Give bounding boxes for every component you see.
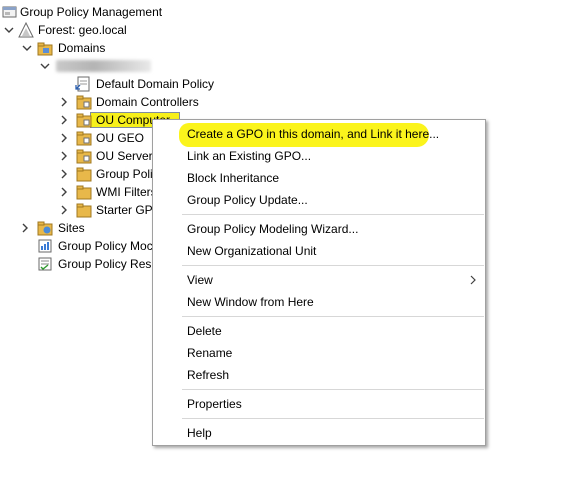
tree-item-starter-gpos[interactable]: Starter GPO xyxy=(0,201,162,219)
ou-folder-icon xyxy=(76,95,92,110)
tree-label: WMI Filters xyxy=(96,185,157,199)
chevron-right-icon[interactable] xyxy=(59,151,69,161)
menu-separator xyxy=(182,214,484,215)
menu-item-view[interactable]: View xyxy=(153,270,485,290)
tree-item-gpm[interactable]: Group Policy Management xyxy=(0,3,200,21)
modeling-icon xyxy=(38,239,52,253)
tree-item-wmi-filters[interactable]: WMI Filters xyxy=(0,183,157,201)
tree-item-forest[interactable]: Forest: geo.local xyxy=(0,21,200,39)
tree-item-gp-results[interactable]: Group Policy Resu xyxy=(0,255,158,273)
gpm-icon xyxy=(2,6,17,18)
folder-icon xyxy=(76,167,92,182)
domains-icon xyxy=(37,42,53,56)
tree-label: Domains xyxy=(58,41,106,55)
menu-item-help[interactable]: Help xyxy=(153,423,485,443)
chevron-right-icon[interactable] xyxy=(59,169,69,179)
tree-item-ou-geo[interactable]: OU GEO xyxy=(0,129,150,147)
chevron-down-icon[interactable] xyxy=(4,25,14,35)
ou-folder-icon xyxy=(76,113,92,128)
ou-folder-icon xyxy=(76,131,92,146)
menu-separator xyxy=(182,418,484,419)
menu-item-gp-update[interactable]: Group Policy Update... xyxy=(153,190,485,210)
folder-icon xyxy=(76,185,92,200)
gpo-link-icon xyxy=(75,76,90,92)
tree-item-group-policy-objects[interactable]: Group Poli xyxy=(0,165,153,183)
tree-item-sites[interactable]: Sites xyxy=(0,219,150,237)
menu-item-refresh[interactable]: Refresh xyxy=(153,365,485,385)
chevron-down-icon[interactable] xyxy=(40,61,50,71)
menu-item-properties[interactable]: Properties xyxy=(153,394,485,414)
tree-item-default-domain-policy[interactable]: Default Domain Policy xyxy=(0,75,220,93)
menu-item-delete[interactable]: Delete xyxy=(153,321,485,341)
menu-item-block-inheritance[interactable]: Block Inheritance xyxy=(153,168,485,188)
menu-item-new-window[interactable]: New Window from Here xyxy=(153,292,485,312)
menu-item-rename[interactable]: Rename xyxy=(153,343,485,363)
chevron-right-icon[interactable] xyxy=(59,205,69,215)
menu-item-new-ou[interactable]: New Organizational Unit xyxy=(153,241,485,261)
chevron-down-icon[interactable] xyxy=(22,43,32,53)
tree-label: Forest: geo.local xyxy=(38,23,127,37)
tree-label: Sites xyxy=(58,221,85,235)
folder-icon xyxy=(76,203,92,218)
menu-item-create-gpo[interactable]: Create a GPO in this domain, and Link it… xyxy=(153,124,485,144)
menu-separator xyxy=(182,265,484,266)
sites-icon xyxy=(37,221,53,236)
chevron-right-icon xyxy=(470,275,476,285)
chevron-right-icon[interactable] xyxy=(59,133,69,143)
tree-item-gp-modeling[interactable]: Group Policy Moc xyxy=(0,237,153,255)
tree-label: Default Domain Policy xyxy=(96,77,215,91)
tree-label: Group Policy Management xyxy=(20,5,163,19)
chevron-right-icon[interactable] xyxy=(20,223,30,233)
ou-folder-icon xyxy=(76,149,92,164)
tree-label: Group Poli xyxy=(96,167,153,181)
menu-item-link-existing-gpo[interactable]: Link an Existing GPO... xyxy=(153,146,485,166)
tree-item-domain-controllers[interactable]: Domain Controllers xyxy=(0,93,220,111)
tree-label: OU Server xyxy=(96,149,153,163)
redacted-domain-name xyxy=(56,60,151,72)
tree-label: Domain Controllers xyxy=(96,95,199,109)
tree-item-domain-redacted[interactable] xyxy=(0,57,200,75)
menu-item-modeling-wizard[interactable]: Group Policy Modeling Wizard... xyxy=(153,219,485,239)
context-menu: Create a GPO in this domain, and Link it… xyxy=(152,119,486,446)
tree-item-ou-server[interactable]: OU Server xyxy=(0,147,153,165)
tree-item-domains[interactable]: Domains xyxy=(0,39,200,57)
chevron-right-icon[interactable] xyxy=(59,115,69,125)
menu-separator xyxy=(182,316,484,317)
menu-separator xyxy=(182,389,484,390)
chevron-right-icon[interactable] xyxy=(59,97,69,107)
tree-label: OU GEO xyxy=(96,131,145,145)
chevron-right-icon[interactable] xyxy=(59,187,69,197)
results-icon xyxy=(38,257,52,271)
tree-label: Group Policy Resu xyxy=(58,257,159,271)
forest-icon xyxy=(18,22,34,38)
tree-label: Group Policy Moc xyxy=(58,239,153,253)
